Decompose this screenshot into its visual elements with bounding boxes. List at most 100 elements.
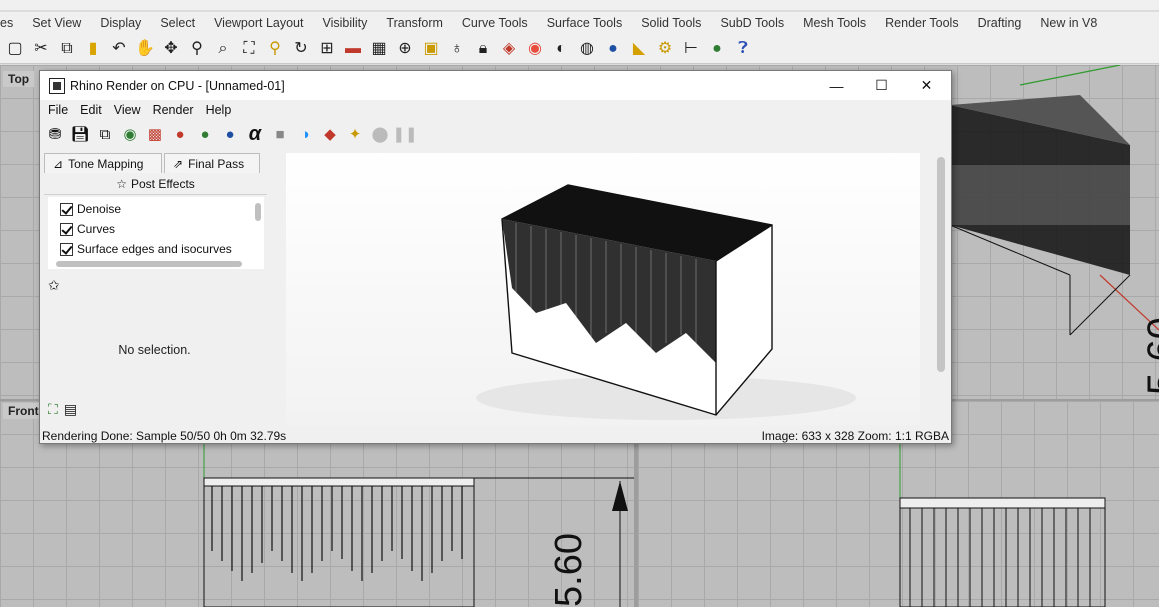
environment-icon[interactable]: ● xyxy=(706,38,728,60)
tab-tone-mapping[interactable]: ⊿ Tone Mapping xyxy=(44,153,162,173)
render-tiles-icon[interactable]: ⛃ xyxy=(44,123,66,145)
tab-subd-tools[interactable]: SubD Tools xyxy=(711,16,794,30)
globe-icon[interactable]: ● xyxy=(602,38,624,60)
menu-edit[interactable]: Edit xyxy=(80,103,102,117)
tab-post-effects[interactable]: ☆ Post Effects xyxy=(44,173,267,195)
tab-final-pass-label: Final Pass xyxy=(188,156,245,171)
perspective-dimension: 5.60 xyxy=(1140,317,1159,395)
render-window-icon xyxy=(49,77,65,94)
tab-truncated[interactable]: es xyxy=(0,16,23,30)
rotate-view-icon[interactable]: ✥ xyxy=(160,38,182,60)
tab-display[interactable]: Display xyxy=(91,16,151,30)
front-dimension: 5.60 xyxy=(548,533,590,607)
alpha-icon[interactable]: α xyxy=(244,123,266,145)
green-channel-icon[interactable]: ● xyxy=(194,123,216,145)
red-channel-icon[interactable]: ● xyxy=(169,123,191,145)
surface-edges-checkbox[interactable] xyxy=(60,242,73,256)
render-toolbar: ⛃ 💾︎ ⧉ ◉ ▩ ● ● ● α ■ ◑ ◆ ✦ ⬤ ❚❚ xyxy=(44,121,544,147)
main-toolbar: ▢ ✂ ⧉ ▮ ↶ ✋ ✥ ⚲ ⌕ ⛶ ⚲ ↻ ⊞ ▬ ▦ ⊕ ▣ ♁ 🔒︎ ◈… xyxy=(0,34,1159,64)
minimize-button[interactable]: — xyxy=(814,71,859,100)
surface-edges-label: Surface edges and isocurves xyxy=(77,242,232,256)
app-title-strip xyxy=(0,0,1159,10)
clipping-icon[interactable]: ◣ xyxy=(628,38,650,60)
tab-viewport-layout[interactable]: Viewport Layout xyxy=(205,16,313,30)
close-button[interactable]: ✕ xyxy=(904,71,949,100)
render-status-bar: Rendering Done: Sample 50/50 0h 0m 32.79… xyxy=(40,428,951,444)
undo-icon[interactable]: ↶ xyxy=(108,38,130,60)
zoom-icon[interactable]: ⚲ xyxy=(186,38,208,60)
zoom-selected-icon[interactable]: ⚲ xyxy=(264,38,286,60)
curves-checkbox[interactable] xyxy=(60,222,73,236)
panel-bottom-icons: ⛶ ▤ xyxy=(48,401,77,418)
zoom-window-icon[interactable]: ⌕ xyxy=(212,38,234,60)
render-image[interactable] xyxy=(286,153,920,425)
gear-icon[interactable]: ⚙ xyxy=(654,38,676,60)
cut-icon[interactable]: ✂ xyxy=(30,38,52,60)
tab-surface-tools[interactable]: Surface Tools xyxy=(538,16,633,30)
tab-set-view[interactable]: Set View xyxy=(23,16,91,30)
effects-list: Denoise Curves Surface edges and isocurv… xyxy=(48,197,264,269)
rotate-icon[interactable]: ↻ xyxy=(290,38,312,60)
tab-curve-tools[interactable]: Curve Tools xyxy=(453,16,538,30)
cube-icon[interactable]: ■ xyxy=(269,123,291,145)
color-wheel-icon[interactable]: ◉ xyxy=(524,38,546,60)
osnap-icon[interactable]: ⊕ xyxy=(394,38,416,60)
pan-icon[interactable]: ✋ xyxy=(134,38,156,60)
ribbon-tabs: es Set View Display Select Viewport Layo… xyxy=(0,12,1159,34)
list-item-denoise[interactable]: Denoise xyxy=(60,200,121,218)
dimension-icon[interactable]: ⊢ xyxy=(680,38,702,60)
texture-icon[interactable]: ▦ xyxy=(368,38,390,60)
menu-help[interactable]: Help xyxy=(206,103,232,117)
tab-render-tools[interactable]: Render Tools xyxy=(876,16,968,30)
tab-transform[interactable]: Transform xyxy=(377,16,453,30)
curves-label: Curves xyxy=(77,222,116,236)
new-icon[interactable]: ▢ xyxy=(4,38,26,60)
color-wheel-icon[interactable]: ◑ xyxy=(294,123,316,145)
light-icon[interactable]: ♁ xyxy=(446,38,468,60)
save-preset-icon[interactable]: ▤ xyxy=(64,401,77,418)
denoise-checkbox[interactable] xyxy=(60,202,73,216)
tab-mesh-tools[interactable]: Mesh Tools xyxy=(794,16,876,30)
list-item-curves[interactable]: Curves xyxy=(60,220,115,238)
tab-visibility[interactable]: Visibility xyxy=(313,16,377,30)
save-icon[interactable]: 💾︎ xyxy=(69,123,91,145)
help-icon[interactable]: ❓︎ xyxy=(732,38,754,60)
tab-solid-tools[interactable]: Solid Tools xyxy=(632,16,711,30)
effects-vertical-scrollbar[interactable] xyxy=(255,203,261,221)
tab-select[interactable]: Select xyxy=(151,16,205,30)
tab-drafting[interactable]: Drafting xyxy=(969,16,1032,30)
post-effects-panel: ⊿ Tone Mapping ⇗ Final Pass ☆ Post Effec… xyxy=(42,153,267,423)
copy-icon[interactable]: ⧉ xyxy=(56,38,78,60)
viewport-top-label[interactable]: Top xyxy=(3,71,35,87)
pause-icon[interactable]: ❚❚ xyxy=(392,123,417,145)
tab-final-pass[interactable]: ⇗ Final Pass xyxy=(164,153,260,173)
copy-image-icon[interactable]: ⧉ xyxy=(94,123,116,145)
magic-wand-icon[interactable]: ✦ xyxy=(344,123,366,145)
menu-render[interactable]: Render xyxy=(153,103,194,117)
menu-view[interactable]: View xyxy=(114,103,141,117)
render-sphere-icon[interactable]: ◍ xyxy=(576,38,598,60)
menu-file[interactable]: File xyxy=(48,103,68,117)
texture-color-icon[interactable]: ▩ xyxy=(144,123,166,145)
lock-icon[interactable]: 🔒︎ xyxy=(472,38,494,60)
sphere-icon[interactable]: ◐ xyxy=(550,38,572,60)
blue-channel-icon[interactable]: ● xyxy=(219,123,241,145)
open-folder-icon[interactable]: ⛶ xyxy=(48,401,58,418)
render-window-titlebar[interactable]: Rhino Render on CPU - [Unnamed-01] — ☐ ✕ xyxy=(40,71,951,100)
maximize-button[interactable]: ☐ xyxy=(859,71,904,100)
car-icon[interactable]: ▬ xyxy=(342,38,364,60)
render-status-text: Rendering Done: Sample 50/50 0h 0m 32.79… xyxy=(42,429,287,443)
paste-icon[interactable]: ▮ xyxy=(82,38,104,60)
render-vertical-scrollbar[interactable] xyxy=(937,157,945,372)
effects-horizontal-scrollbar[interactable] xyxy=(56,261,242,267)
material-icon[interactable]: ◈ xyxy=(498,38,520,60)
named-view-icon[interactable]: ▣ xyxy=(420,38,442,60)
rgb-channel-icon[interactable]: ◉ xyxy=(119,123,141,145)
zoom-extents-icon[interactable]: ⛶ xyxy=(238,38,260,60)
add-effect-icon[interactable]: ✩ xyxy=(48,277,60,294)
viewport-layout-icon[interactable]: ⊞ xyxy=(316,38,338,60)
stop-icon[interactable]: ⬤ xyxy=(369,123,391,145)
color-cube-icon[interactable]: ◆ xyxy=(319,123,341,145)
list-item-surface-edges[interactable]: Surface edges and isocurves xyxy=(60,240,232,258)
tab-new-in-v8[interactable]: New in V8 xyxy=(1031,16,1107,30)
